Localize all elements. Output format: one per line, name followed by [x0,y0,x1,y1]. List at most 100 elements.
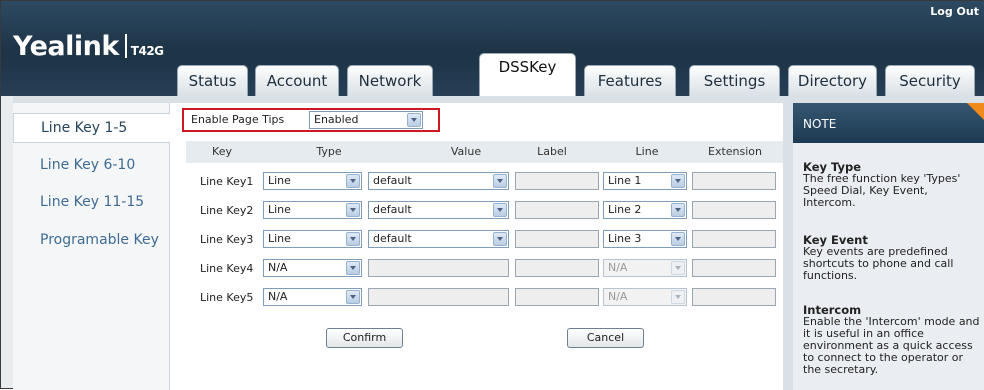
row3-value-value: default [373,232,412,245]
row2-key: Line Key2 [200,204,254,217]
chevron-down-icon [346,232,360,246]
chevron-down-icon [671,290,685,304]
chevron-down-icon [346,290,360,304]
chevron-down-icon [493,203,507,217]
row5-label-input [515,288,599,306]
row1-key: Line Key1 [200,175,254,188]
tab-settings[interactable]: Settings [689,65,780,96]
row1-line-value: Line 1 [608,174,642,187]
chevron-down-icon [493,174,507,188]
confirm-button[interactable]: Confirm [326,328,403,348]
row2-line-select[interactable]: Line 2 [603,201,687,219]
chevron-down-icon [346,174,360,188]
row1-value-value: default [373,174,412,187]
note-section-key-event: Key Event Key events are predefined shor… [803,234,983,282]
note-header: NOTE [793,103,984,143]
note-section-text: Enable the 'Intercom' mode and it is use… [803,315,980,376]
tab-status[interactable]: Status [177,65,248,96]
row3-line-value: Line 3 [608,232,642,245]
row3-label-input[interactable] [515,230,599,248]
page-tips-label: Enable Page Tips [191,113,285,126]
col-value: Value [450,145,482,158]
sidebar-item-line-key-6-10[interactable]: Line Key 6-10 [13,151,170,179]
page-tips-highlight: Enable Page Tips Enabled [182,108,440,132]
chevron-down-icon [493,232,507,246]
note-section-text: Key events are predefined shortcuts to p… [803,245,954,282]
col-label: Label [537,145,567,158]
note-title: NOTE [803,117,837,131]
sidebar: Line Key 1-5 Line Key 6-10 Line Key 11-1… [13,103,170,390]
row5-key: Line Key5 [200,291,254,304]
table-header: Key Type Value Label Line Extension [186,141,783,163]
row4-type-value: N/A [268,261,288,274]
row2-type-select[interactable]: Line [263,201,362,219]
row5-value-input [368,288,509,306]
note-panel: NOTE Key Type The free function key 'Typ… [793,103,984,390]
row2-value-value: default [373,203,412,216]
model-name: T42G [130,44,164,58]
row4-key: Line Key4 [200,262,254,275]
row4-extension-input [692,259,776,277]
sidebar-item-line-key-11-15[interactable]: Line Key 11-15 [13,188,170,216]
row3-key: Line Key3 [200,233,254,246]
col-type: Type [316,145,342,158]
row3-type-value: Line [268,232,291,245]
chevron-down-icon [671,203,685,217]
note-flag-icon [967,103,984,121]
app-frame: Log Out Yealink T42G Status Account Netwo… [0,0,984,390]
tab-features[interactable]: Features [584,65,676,96]
row1-type-value: Line [268,174,291,187]
chevron-down-icon [407,113,421,127]
page-tips-select[interactable]: Enabled [309,111,423,129]
row4-label-input [515,259,599,277]
row1-type-select[interactable]: Line [263,172,362,190]
sidebar-item-line-key-1-5[interactable]: Line Key 1-5 [13,113,170,143]
logout-link[interactable]: Log Out [930,5,979,18]
row5-line-select: N/A [603,288,687,306]
tab-dsskey[interactable]: DSSKey [479,53,576,96]
note-section-key-type: Key Type The free function key 'Types' S… [803,161,983,209]
col-line: Line [635,145,659,158]
row3-value-select[interactable]: default [368,230,509,248]
note-section-text: The free function key 'Types' Speed Dial… [803,172,961,209]
row5-type-value: N/A [268,290,288,303]
row5-line-value: N/A [608,290,628,303]
sidebar-item-programable-key[interactable]: Programable Key [13,226,170,254]
row1-extension-input[interactable] [692,172,776,190]
row2-value-select[interactable]: default [368,201,509,219]
row4-value-input [368,259,509,277]
logo: Yealink T42G [13,31,164,62]
logo-divider [124,34,127,58]
row3-type-select[interactable]: Line [263,230,362,248]
row5-extension-input [692,288,776,306]
chevron-down-icon [346,261,360,275]
row4-line-select: N/A [603,259,687,277]
col-extension: Extension [707,145,763,158]
row1-line-select[interactable]: Line 1 [603,172,687,190]
row4-type-select[interactable]: N/A [263,259,362,277]
page-tips-value: Enabled [314,113,359,126]
row4-line-value: N/A [608,261,628,274]
note-section-intercom: Intercom Enable the 'Intercom' mode and … [803,304,983,376]
row2-type-value: Line [268,203,291,216]
cancel-button[interactable]: Cancel [567,328,644,348]
note-body: Key Type The free function key 'Types' S… [793,143,984,390]
row1-label-input[interactable] [515,172,599,190]
row3-extension-input[interactable] [692,230,776,248]
tab-directory[interactable]: Directory [788,65,877,96]
tab-account[interactable]: Account [255,65,339,96]
col-key: Key [212,145,232,158]
tab-network[interactable]: Network [347,65,433,96]
row5-type-select[interactable]: N/A [263,288,362,306]
row2-label-input[interactable] [515,201,599,219]
chevron-down-icon [671,261,685,275]
tab-security[interactable]: Security [885,65,975,96]
row2-extension-input[interactable] [692,201,776,219]
chevron-down-icon [346,203,360,217]
brand-name: Yealink [13,31,119,62]
row2-line-value: Line 2 [608,203,642,216]
row3-line-select[interactable]: Line 3 [603,230,687,248]
chevron-down-icon [671,174,685,188]
row1-value-select[interactable]: default [368,172,509,190]
chevron-down-icon [671,232,685,246]
